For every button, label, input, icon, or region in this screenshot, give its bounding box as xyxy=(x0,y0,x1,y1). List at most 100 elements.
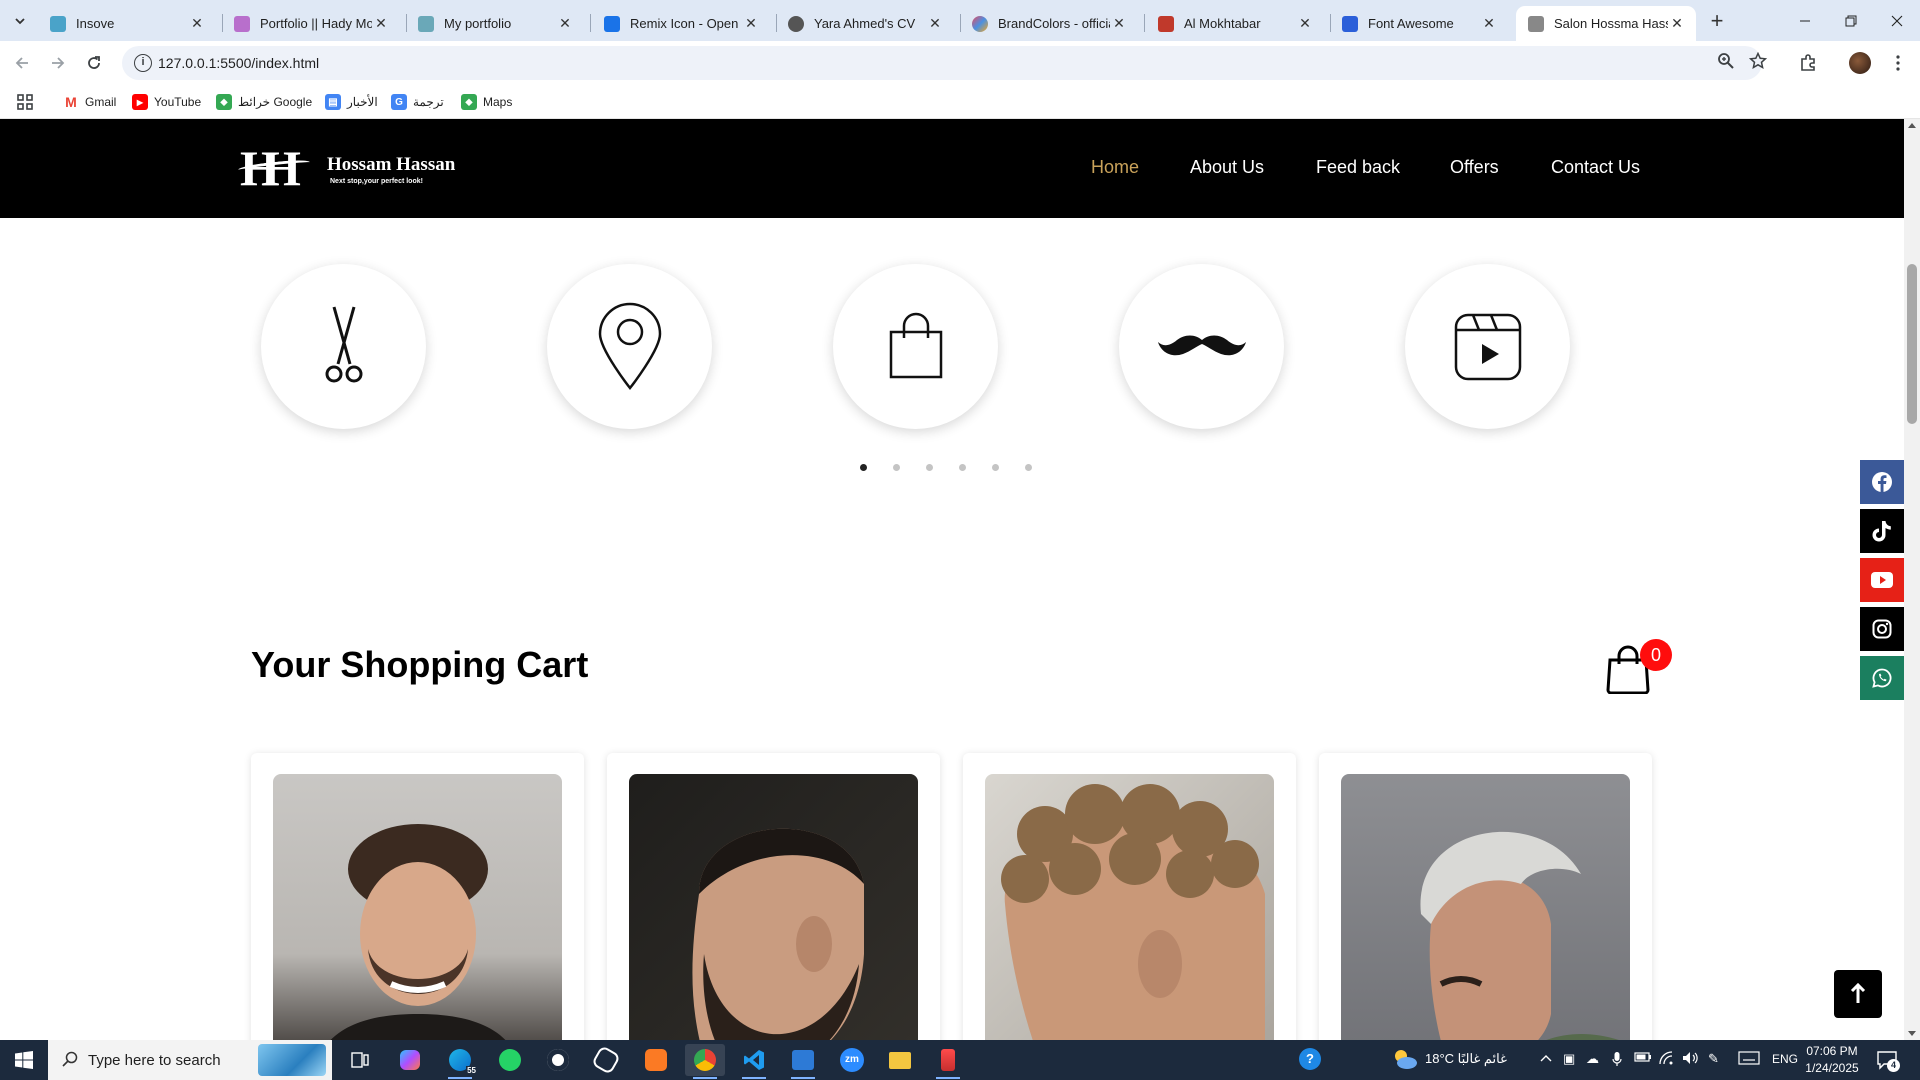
new-tab-button[interactable]: + xyxy=(1703,8,1731,36)
close-icon[interactable]: ✕ xyxy=(1480,15,1498,32)
zoom-icon[interactable] xyxy=(1717,52,1735,75)
back-to-top-button[interactable] xyxy=(1834,970,1882,1018)
battery-icon[interactable] xyxy=(1634,1051,1652,1066)
taskbar-file-explorer[interactable] xyxy=(880,1044,920,1076)
onedrive-icon[interactable]: ☁ xyxy=(1586,1051,1599,1067)
close-icon[interactable]: ✕ xyxy=(188,15,206,32)
instagram-link[interactable] xyxy=(1860,607,1904,651)
bookmark-gmail[interactable]: M Gmail xyxy=(63,92,116,112)
close-icon[interactable]: ✕ xyxy=(372,15,390,32)
taskbar-chatgpt[interactable] xyxy=(586,1044,626,1076)
start-button[interactable] xyxy=(0,1040,48,1080)
taskbar-copilot[interactable] xyxy=(390,1044,430,1076)
carousel-dot[interactable] xyxy=(959,464,966,471)
taskbar-whatsapp[interactable] xyxy=(490,1044,530,1076)
weather-text[interactable]: 18°C غائم غالبًا xyxy=(1425,1051,1507,1067)
nav-link-about[interactable]: About Us xyxy=(1190,157,1264,178)
weather-cloud-icon[interactable] xyxy=(1392,1047,1418,1074)
keyboard-icon[interactable] xyxy=(1738,1051,1760,1068)
browser-menu-button[interactable] xyxy=(1884,49,1912,77)
close-icon[interactable]: ✕ xyxy=(556,15,574,32)
product-card[interactable] xyxy=(607,753,940,1040)
browser-tab[interactable]: My portfolio ✕ xyxy=(406,6,584,41)
address-bar[interactable]: i 127.0.0.1:5500/index.html xyxy=(122,46,1768,80)
browser-tab[interactable]: Insove ✕ xyxy=(38,6,216,41)
bookmark-youtube[interactable]: ▶ YouTube xyxy=(132,92,201,112)
youtube-link[interactable] xyxy=(1860,558,1904,602)
taskbar-search[interactable]: Type here to search xyxy=(48,1040,332,1080)
microphone-icon[interactable] xyxy=(1612,1051,1622,1070)
carousel-dot-active[interactable] xyxy=(860,464,867,471)
bookmark-translate[interactable]: G ترجمة xyxy=(391,92,444,112)
minimize-button[interactable] xyxy=(1782,0,1828,41)
nav-link-feedback[interactable]: Feed back xyxy=(1316,157,1400,178)
taskbar-presentation[interactable] xyxy=(783,1044,823,1079)
meet-now-icon[interactable]: ▣ xyxy=(1563,1051,1575,1067)
taskbar-zoom[interactable]: zm xyxy=(832,1044,872,1076)
apps-button[interactable] xyxy=(17,92,33,112)
browser-tab[interactable]: Yara Ahmed's CV ✕ xyxy=(776,6,954,41)
help-icon[interactable]: ? xyxy=(1299,1048,1321,1070)
close-icon[interactable]: ✕ xyxy=(1110,15,1128,32)
service-card[interactable] xyxy=(833,264,998,429)
browser-tab[interactable]: Portfolio || Hady Moh ✕ xyxy=(222,6,400,41)
scroll-up-arrow[interactable] xyxy=(1908,123,1916,128)
reload-button[interactable] xyxy=(80,49,108,77)
service-card[interactable] xyxy=(261,264,426,429)
service-card[interactable] xyxy=(1119,264,1284,429)
back-button[interactable] xyxy=(8,49,36,77)
service-card[interactable] xyxy=(547,264,712,429)
forward-button[interactable] xyxy=(44,49,72,77)
taskbar-xampp[interactable] xyxy=(636,1044,676,1076)
site-info-icon[interactable]: i xyxy=(134,54,152,72)
notification-center-button[interactable]: 4 xyxy=(1876,1049,1900,1072)
tiktok-link[interactable] xyxy=(1860,509,1904,553)
nav-link-home[interactable]: Home xyxy=(1091,157,1139,178)
scroll-down-arrow[interactable] xyxy=(1908,1031,1916,1036)
language-indicator[interactable]: ENG xyxy=(1772,1052,1798,1066)
browser-tab[interactable]: BrandColors - official ✕ xyxy=(960,6,1138,41)
wifi-icon[interactable] xyxy=(1659,1051,1675,1068)
carousel-dot[interactable] xyxy=(1025,464,1032,471)
close-icon[interactable]: ✕ xyxy=(1668,15,1686,32)
tray-overflow-icon[interactable] xyxy=(1540,1051,1552,1066)
task-view-button[interactable] xyxy=(340,1044,380,1076)
browser-tab[interactable]: Al Mokhtabar ✕ xyxy=(1146,6,1324,41)
page-scrollbar[interactable] xyxy=(1904,119,1920,1040)
facebook-link[interactable] xyxy=(1860,460,1904,504)
browser-tab[interactable]: Remix Icon - Open so ✕ xyxy=(592,6,770,41)
carousel-dot[interactable] xyxy=(992,464,999,471)
carousel-dot[interactable] xyxy=(893,464,900,471)
product-card[interactable] xyxy=(1319,753,1652,1040)
tab-search-button[interactable] xyxy=(8,9,32,33)
taskbar-snipping[interactable] xyxy=(928,1044,968,1079)
close-icon[interactable]: ✕ xyxy=(926,15,944,32)
service-card[interactable] xyxy=(1405,264,1570,429)
nav-link-contact[interactable]: Contact Us xyxy=(1551,157,1640,178)
profile-avatar[interactable] xyxy=(1846,49,1874,77)
close-icon[interactable]: ✕ xyxy=(1296,15,1314,32)
close-window-button[interactable] xyxy=(1874,0,1920,41)
browser-tab[interactable]: Font Awesome ✕ xyxy=(1330,6,1508,41)
nav-link-offers[interactable]: Offers xyxy=(1450,157,1499,178)
taskbar-github[interactable] xyxy=(538,1044,578,1076)
taskbar-clock[interactable]: 07:06 PM 1/24/2025 xyxy=(1800,1043,1864,1077)
bookmark-maps[interactable]: ⬥ Maps xyxy=(461,92,512,112)
close-icon[interactable]: ✕ xyxy=(742,15,760,32)
carousel-dot[interactable] xyxy=(926,464,933,471)
restore-button[interactable] xyxy=(1828,0,1874,41)
extensions-button[interactable] xyxy=(1794,49,1822,77)
browser-tab-active[interactable]: Salon Hossma Hassan ✕ xyxy=(1516,6,1696,41)
taskbar-edge[interactable]: 55 xyxy=(440,1044,480,1079)
product-card[interactable] xyxy=(963,753,1296,1040)
volume-icon[interactable] xyxy=(1682,1051,1700,1068)
bookmark-star-icon[interactable] xyxy=(1748,51,1768,75)
taskbar-vscode[interactable] xyxy=(734,1044,774,1079)
whatsapp-link[interactable] xyxy=(1860,656,1904,700)
scrollbar-thumb[interactable] xyxy=(1907,264,1917,424)
bookmark-news[interactable]: ▤ الأخبار xyxy=(325,92,378,112)
bookmark-google-maps[interactable]: ⬥ خرائط Google xyxy=(216,92,312,112)
pen-icon[interactable]: ✎ xyxy=(1708,1051,1719,1067)
taskbar-chrome[interactable] xyxy=(685,1044,725,1079)
site-logo[interactable]: H H Hossam Hassan Next stop,your perfect… xyxy=(237,143,480,194)
